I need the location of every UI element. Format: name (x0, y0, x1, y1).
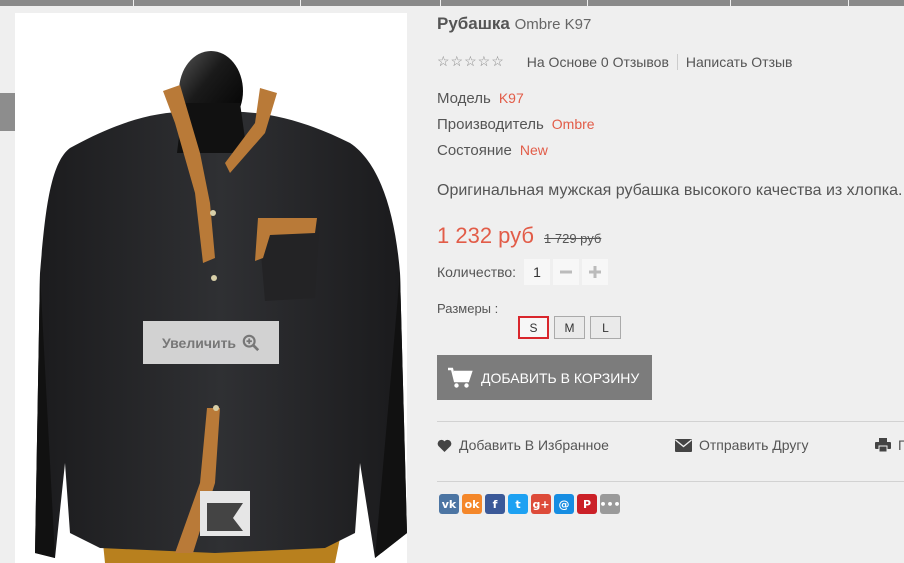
divider (676, 53, 678, 70)
spec-manufacturer: Производитель Ombre (437, 116, 595, 133)
printer-icon (875, 438, 891, 452)
mail-share-icon[interactable]: @ (554, 494, 574, 514)
add-to-cart-button[interactable]: ДОБАВИТЬ В КОРЗИНУ (437, 355, 652, 400)
add-to-wishlist-link[interactable]: Добавить В Избранное (437, 437, 609, 453)
sizes-label: Размеры : (437, 301, 499, 316)
quantity-increase-button[interactable] (582, 259, 609, 285)
spec-value: New (519, 142, 548, 158)
size-options: S M L (518, 316, 621, 339)
price-block: 1 232 руб 1 729 руб (437, 223, 601, 249)
product-image[interactable]: Увеличить (15, 13, 407, 563)
spec-label: Производитель (437, 116, 544, 133)
more-share-icon[interactable]: ••• (599, 494, 621, 514)
rating-row: ☆☆☆☆☆ На Основе 0 Отзывов Написать Отзыв (437, 53, 792, 70)
cart-icon (448, 367, 473, 388)
spec-condition: Состояние New (437, 142, 548, 159)
price-current: 1 232 руб (437, 223, 535, 248)
size-option-l[interactable]: L (590, 316, 621, 339)
manufacturer-link[interactable]: Ombre (552, 116, 595, 132)
rating-stars-icon[interactable]: ☆☆☆☆☆ (437, 53, 505, 70)
size-option-s[interactable]: S (518, 316, 549, 339)
zoom-label: Увеличить (161, 334, 237, 351)
product-description: Оригинальная мужская рубашка высокого ка… (437, 182, 903, 199)
title-model: Ombre K97 (514, 16, 592, 33)
vk-share-icon[interactable]: vk (439, 494, 459, 514)
quantity-label: Количество: (437, 264, 517, 280)
envelope-icon (675, 438, 692, 452)
quantity-input[interactable]: 1 (524, 259, 551, 285)
spec-value: K97 (498, 90, 524, 106)
google-plus-share-icon[interactable]: g+ (531, 494, 551, 514)
product-info: Рубашка Ombre K97 ☆☆☆☆☆ На Основе 0 Отзы… (437, 0, 904, 563)
odnoklassniki-share-icon[interactable]: ok (462, 494, 482, 514)
quantity-decrease-button[interactable] (553, 259, 580, 285)
facebook-share-icon[interactable]: f (485, 494, 505, 514)
wishlist-label: Добавить В Избранное (459, 437, 609, 453)
write-review-link[interactable]: Написать Отзыв (686, 54, 793, 70)
send-friend-label: Отправить Другу (699, 437, 809, 453)
spec-label: Состояние (437, 142, 512, 159)
twitter-share-icon[interactable]: t (508, 494, 528, 514)
quantity-row: Количество: 1 (437, 259, 609, 285)
zoom-button[interactable]: Увеличить (143, 321, 279, 364)
divider (437, 421, 904, 422)
pinterest-share-icon[interactable]: P (577, 494, 597, 514)
divider (437, 481, 904, 482)
spec-label: Модель (437, 90, 491, 107)
minus-icon (560, 270, 573, 274)
print-label: П (898, 437, 904, 453)
print-link[interactable]: П (875, 437, 904, 453)
price-old: 1 729 руб (544, 231, 602, 246)
product-title: Рубашка Ombre K97 (437, 14, 591, 34)
plus-icon (589, 266, 602, 278)
title-name: Рубашка (437, 14, 510, 33)
product-actions: Добавить В Избранное Отправить Другу П (437, 437, 904, 457)
add-to-cart-label: ДОБАВИТЬ В КОРЗИНУ (481, 369, 640, 386)
size-option-m[interactable]: M (554, 316, 585, 339)
reviews-link[interactable]: На Основе 0 Отзывов (527, 54, 669, 70)
spec-model: Модель K97 (437, 90, 524, 107)
zoom-in-icon (242, 334, 260, 351)
send-to-friend-link[interactable]: Отправить Другу (675, 437, 809, 453)
heart-icon (437, 439, 452, 452)
shirt-photo (35, 51, 407, 563)
social-share-bar: vk ok f t g+ @ P ••• (439, 494, 621, 514)
